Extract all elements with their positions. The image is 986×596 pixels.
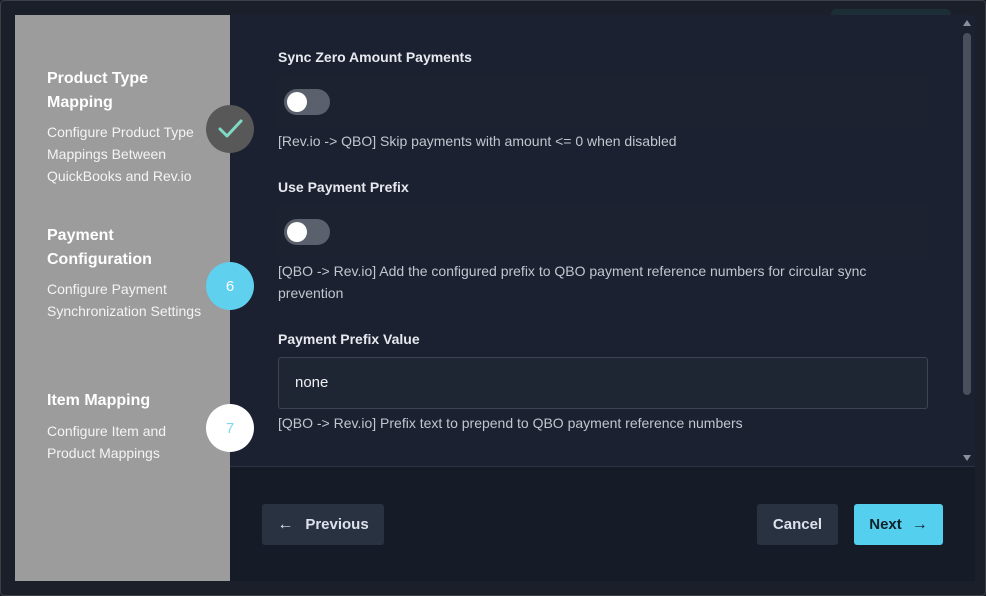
- step-product-type-mapping[interactable]: Product Type Mapping Configure Product T…: [47, 67, 217, 187]
- step-3-number: 7: [225, 419, 235, 437]
- toggle-knob: [287, 222, 307, 242]
- step-item-mapping[interactable]: Item Mapping Configure Item and Product …: [47, 389, 217, 464]
- step-3-marker[interactable]: 7: [206, 404, 254, 452]
- sync-zero-label: Sync Zero Amount Payments: [278, 49, 472, 65]
- wizard-sidebar: Product Type Mapping Configure Product T…: [15, 15, 230, 581]
- step-2-number: 6: [225, 277, 235, 295]
- wizard-content: Sync Zero Amount Payments [Rev.io -> QBO…: [230, 15, 975, 467]
- previous-button[interactable]: ← Previous: [262, 504, 384, 545]
- setup-wizard-dialog: Product Type Mapping Configure Product T…: [15, 15, 975, 581]
- step-1-marker[interactable]: [206, 105, 254, 153]
- use-prefix-help: [QBO -> Rev.io] Add the configured prefi…: [278, 263, 867, 301]
- scroll-down-arrow-icon[interactable]: [963, 455, 971, 461]
- wizard-footer: ← Previous Cancel Next →: [230, 467, 975, 581]
- arrow-right-icon: →: [911, 515, 928, 533]
- step-payment-configuration[interactable]: Payment Configuration Configure Payment …: [47, 224, 217, 322]
- step-title: Product Type Mapping: [47, 70, 149, 111]
- step-2-marker[interactable]: 6: [206, 262, 254, 310]
- cancel-button-label: Cancel: [772, 516, 823, 533]
- window-frame: Product Type Mapping Configure Product T…: [0, 0, 986, 596]
- use-prefix-toggle-row: [278, 205, 928, 259]
- sync-zero-help: [Rev.io -> QBO] Skip payments with amoun…: [278, 133, 677, 149]
- previous-button-label: Previous: [305, 516, 369, 533]
- step-description: Configure Item and Product Mappings: [47, 423, 167, 461]
- arrow-left-icon: ←: [277, 515, 294, 533]
- step-description: Configure Product Type Mappings Between …: [47, 124, 194, 184]
- toggle-knob: [287, 92, 307, 112]
- prefix-value-help: [QBO -> Rev.io] Prefix text to prepend t…: [278, 415, 743, 431]
- prefix-value-input[interactable]: none: [278, 357, 928, 409]
- next-button[interactable]: Next →: [854, 504, 943, 545]
- scroll-thumb[interactable]: [963, 33, 971, 395]
- prefix-value-label: Payment Prefix Value: [278, 331, 420, 347]
- sync-zero-toggle[interactable]: [284, 89, 330, 115]
- scroll-up-arrow-icon[interactable]: [963, 20, 971, 26]
- content-scrollbar[interactable]: [959, 15, 975, 467]
- use-prefix-toggle[interactable]: [284, 219, 330, 245]
- cancel-button[interactable]: Cancel: [757, 504, 838, 545]
- next-button-label: Next: [869, 516, 902, 533]
- step-title: Item Mapping: [47, 392, 151, 409]
- step-title: Payment Configuration: [47, 227, 152, 268]
- step-description: Configure Payment Synchronization Settin…: [47, 281, 202, 319]
- use-prefix-label: Use Payment Prefix: [278, 179, 409, 195]
- sync-zero-toggle-row: [278, 75, 928, 129]
- check-icon: [218, 119, 243, 138]
